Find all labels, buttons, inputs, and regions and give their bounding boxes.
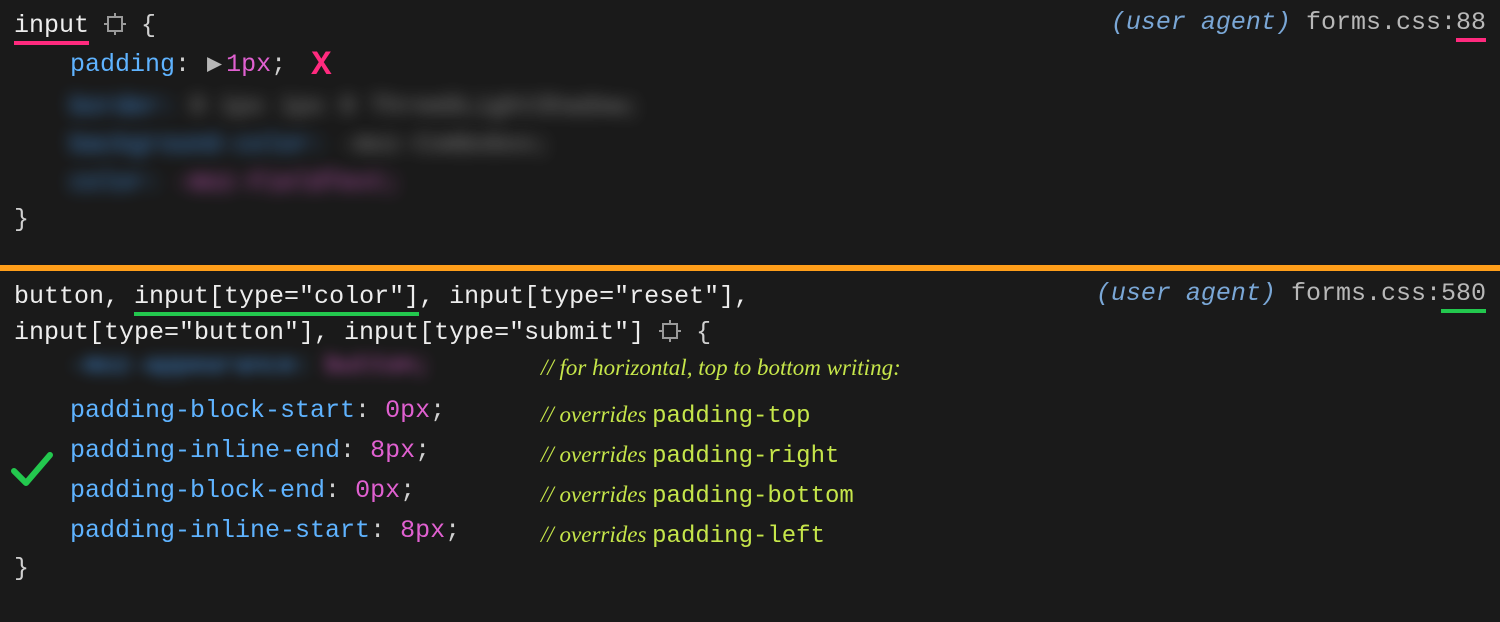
- x-mark-icon: X: [301, 47, 331, 85]
- open-brace: {: [141, 11, 156, 40]
- property-name: padding-block-end: [70, 476, 325, 505]
- target-icon[interactable]: [659, 320, 681, 342]
- selector-input[interactable]: input: [14, 11, 89, 45]
- source-link-panel1: (user agent) forms.css:88: [1111, 8, 1486, 37]
- source-line[interactable]: 580: [1441, 279, 1486, 313]
- property-name: padding: [70, 50, 175, 79]
- property-value: 8px: [400, 516, 445, 545]
- decl-row-1[interactable]: padding-inline-end: 8px; // overrides pa…: [14, 431, 1486, 471]
- decl-row-2[interactable]: padding-block-end: 0px; // overrides pad…: [14, 471, 1486, 511]
- comment-override: // overrides padding-left: [541, 515, 825, 557]
- decl-row-0[interactable]: padding-block-start: 0px; // overrides p…: [14, 391, 1486, 431]
- css-rule-panel-input: (user agent) forms.css:88 input { paddin…: [0, 0, 1500, 265]
- blurred-declaration-2: -moz-appearance: button; // for horizont…: [14, 351, 1486, 391]
- source-file[interactable]: forms.css: [1306, 8, 1441, 37]
- property-name: padding-inline-end: [70, 436, 340, 465]
- property-value: 0px: [385, 396, 430, 425]
- user-agent-label: (user agent): [1096, 279, 1276, 308]
- property-name: padding-block-start: [70, 396, 355, 425]
- property-name: padding-inline-start: [70, 516, 370, 545]
- declaration-padding[interactable]: padding: ▶1px; X: [14, 44, 1486, 82]
- css-rule-panel-button: (user agent) forms.css:580 button, input…: [0, 271, 1500, 622]
- decl-row-3[interactable]: padding-inline-start: 8px; // overrides …: [14, 511, 1486, 551]
- property-value: 8px: [370, 436, 415, 465]
- source-file[interactable]: forms.css: [1291, 279, 1426, 308]
- blurred-declarations-1: border: 0 1px 1px 0 ThreeDLightShadow; b…: [14, 88, 1486, 202]
- selector-input-color: input[type="color"]: [134, 282, 419, 316]
- user-agent-label: (user agent): [1111, 8, 1291, 37]
- close-brace: }: [14, 202, 1486, 238]
- source-link-panel2: (user agent) forms.css:580: [1096, 279, 1486, 308]
- selector-line-2b[interactable]: input[type="button"], input[type="submit…: [14, 315, 1486, 351]
- property-value: 1px: [226, 50, 271, 79]
- target-icon[interactable]: [104, 13, 126, 35]
- property-value: 0px: [355, 476, 400, 505]
- comment-heading: // for horizontal, top to bottom writing…: [541, 355, 901, 381]
- source-line[interactable]: 88: [1456, 8, 1486, 42]
- checkmark-icon: [10, 449, 54, 489]
- expand-triangle-icon[interactable]: ▶: [207, 46, 222, 84]
- open-brace: {: [696, 318, 711, 347]
